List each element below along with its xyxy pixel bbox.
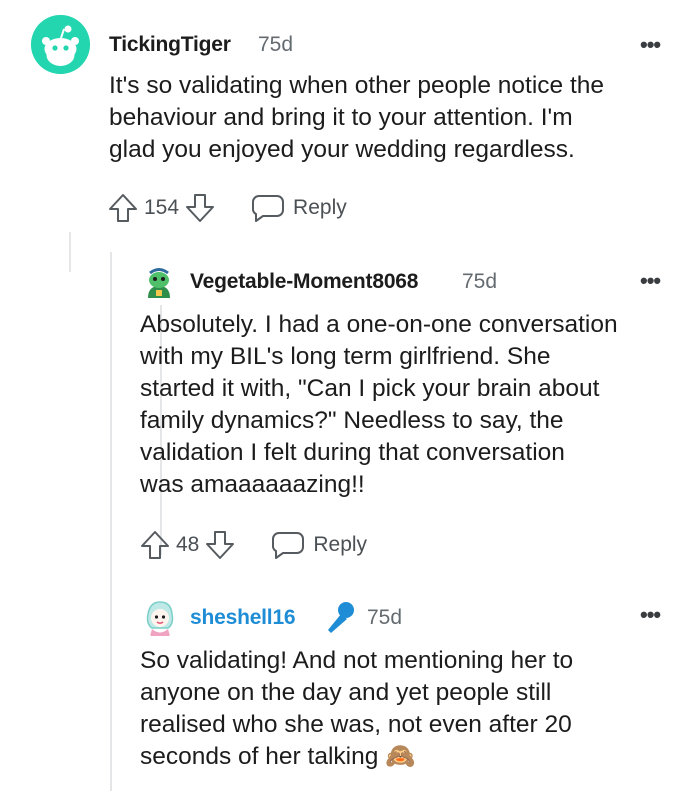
comment-age: 75d bbox=[367, 606, 403, 629]
snoo-avatar-icon bbox=[141, 265, 177, 301]
comment-line: So validating! And not mentioning her to bbox=[140, 647, 574, 674]
comment-line: seconds of her talking 🙈 bbox=[140, 741, 573, 773]
comment-actions: 154 Reply bbox=[108, 188, 347, 228]
more-options-button[interactable]: ••• bbox=[640, 268, 661, 294]
comment-body: Absolutely. I had a one-on-one conversat… bbox=[140, 309, 618, 501]
upvote-button[interactable] bbox=[140, 529, 170, 561]
comment-line: glad you enjoyed your wedding regardless… bbox=[109, 136, 575, 163]
avatar[interactable] bbox=[140, 598, 180, 638]
downvote-button[interactable] bbox=[185, 192, 215, 224]
username[interactable]: Vegetable-Moment8068 bbox=[190, 270, 418, 294]
reply-button[interactable]: Reply bbox=[251, 193, 347, 223]
more-options-button[interactable]: ••• bbox=[640, 32, 661, 58]
snoo-avatar-icon bbox=[31, 15, 90, 74]
comment-line: family dynamics?" Needless to say, the bbox=[140, 407, 564, 434]
comment-sheshell16: sheshell16 75d ••• So validating! And no… bbox=[0, 590, 700, 791]
username[interactable]: TickingTiger bbox=[109, 33, 231, 57]
comment-line: was amaaaaaazing!! bbox=[140, 471, 365, 498]
see-no-evil-monkey-emoji: 🙈 bbox=[385, 743, 416, 770]
comment-line: anyone on the day and yet people still bbox=[140, 679, 552, 706]
microphone-icon bbox=[322, 600, 356, 641]
comment-line: It's so validating when other people not… bbox=[109, 72, 605, 99]
comment-tickingtiger: TickingTiger 75d ••• It's so validating … bbox=[0, 0, 700, 250]
reply-label: Reply bbox=[293, 196, 347, 219]
comment-age: 75d bbox=[258, 33, 294, 56]
comment-actions: 48 Reply bbox=[140, 525, 367, 565]
comment-line: behaviour and bring it to your attention… bbox=[109, 104, 573, 131]
downvote-arrow-icon bbox=[206, 531, 235, 559]
vote-score: 48 bbox=[176, 533, 200, 556]
upvote-button[interactable] bbox=[108, 192, 138, 224]
username[interactable]: sheshell16 bbox=[190, 606, 296, 630]
comment-line: realised who she was, not even after 20 bbox=[140, 711, 572, 738]
reply-label: Reply bbox=[313, 533, 368, 556]
comment-line: validation I felt during that conversati… bbox=[140, 439, 565, 466]
comment-line: started it with, "Can I pick your brain … bbox=[140, 375, 600, 402]
snoo-avatar-icon bbox=[141, 599, 179, 637]
comment-vegetable-moment8068: Vegetable-Moment8068 75d ••• Absolutely.… bbox=[0, 250, 700, 580]
downvote-button[interactable] bbox=[205, 529, 235, 561]
chat-bubble-icon bbox=[252, 195, 285, 222]
vote-score: 154 bbox=[144, 196, 180, 219]
upvote-arrow-icon bbox=[109, 194, 137, 222]
comment-body: It's so validating when other people not… bbox=[109, 70, 604, 166]
avatar[interactable] bbox=[140, 264, 178, 302]
comment-body: So validating! And not mentioning her to… bbox=[140, 645, 573, 773]
avatar[interactable] bbox=[31, 15, 90, 74]
comment-line: with my BIL's long term girlfriend. She bbox=[140, 343, 551, 370]
upvote-arrow-icon bbox=[141, 531, 169, 559]
more-options-button[interactable]: ••• bbox=[640, 602, 661, 628]
reply-button[interactable]: Reply bbox=[271, 530, 367, 560]
comment-line-text: seconds of her talking bbox=[140, 743, 379, 770]
comment-age: 75d bbox=[462, 270, 498, 293]
downvote-arrow-icon bbox=[186, 194, 215, 222]
chat-bubble-icon bbox=[272, 532, 305, 559]
comment-line: Absolutely. I had a one-on-one conversat… bbox=[140, 311, 618, 338]
